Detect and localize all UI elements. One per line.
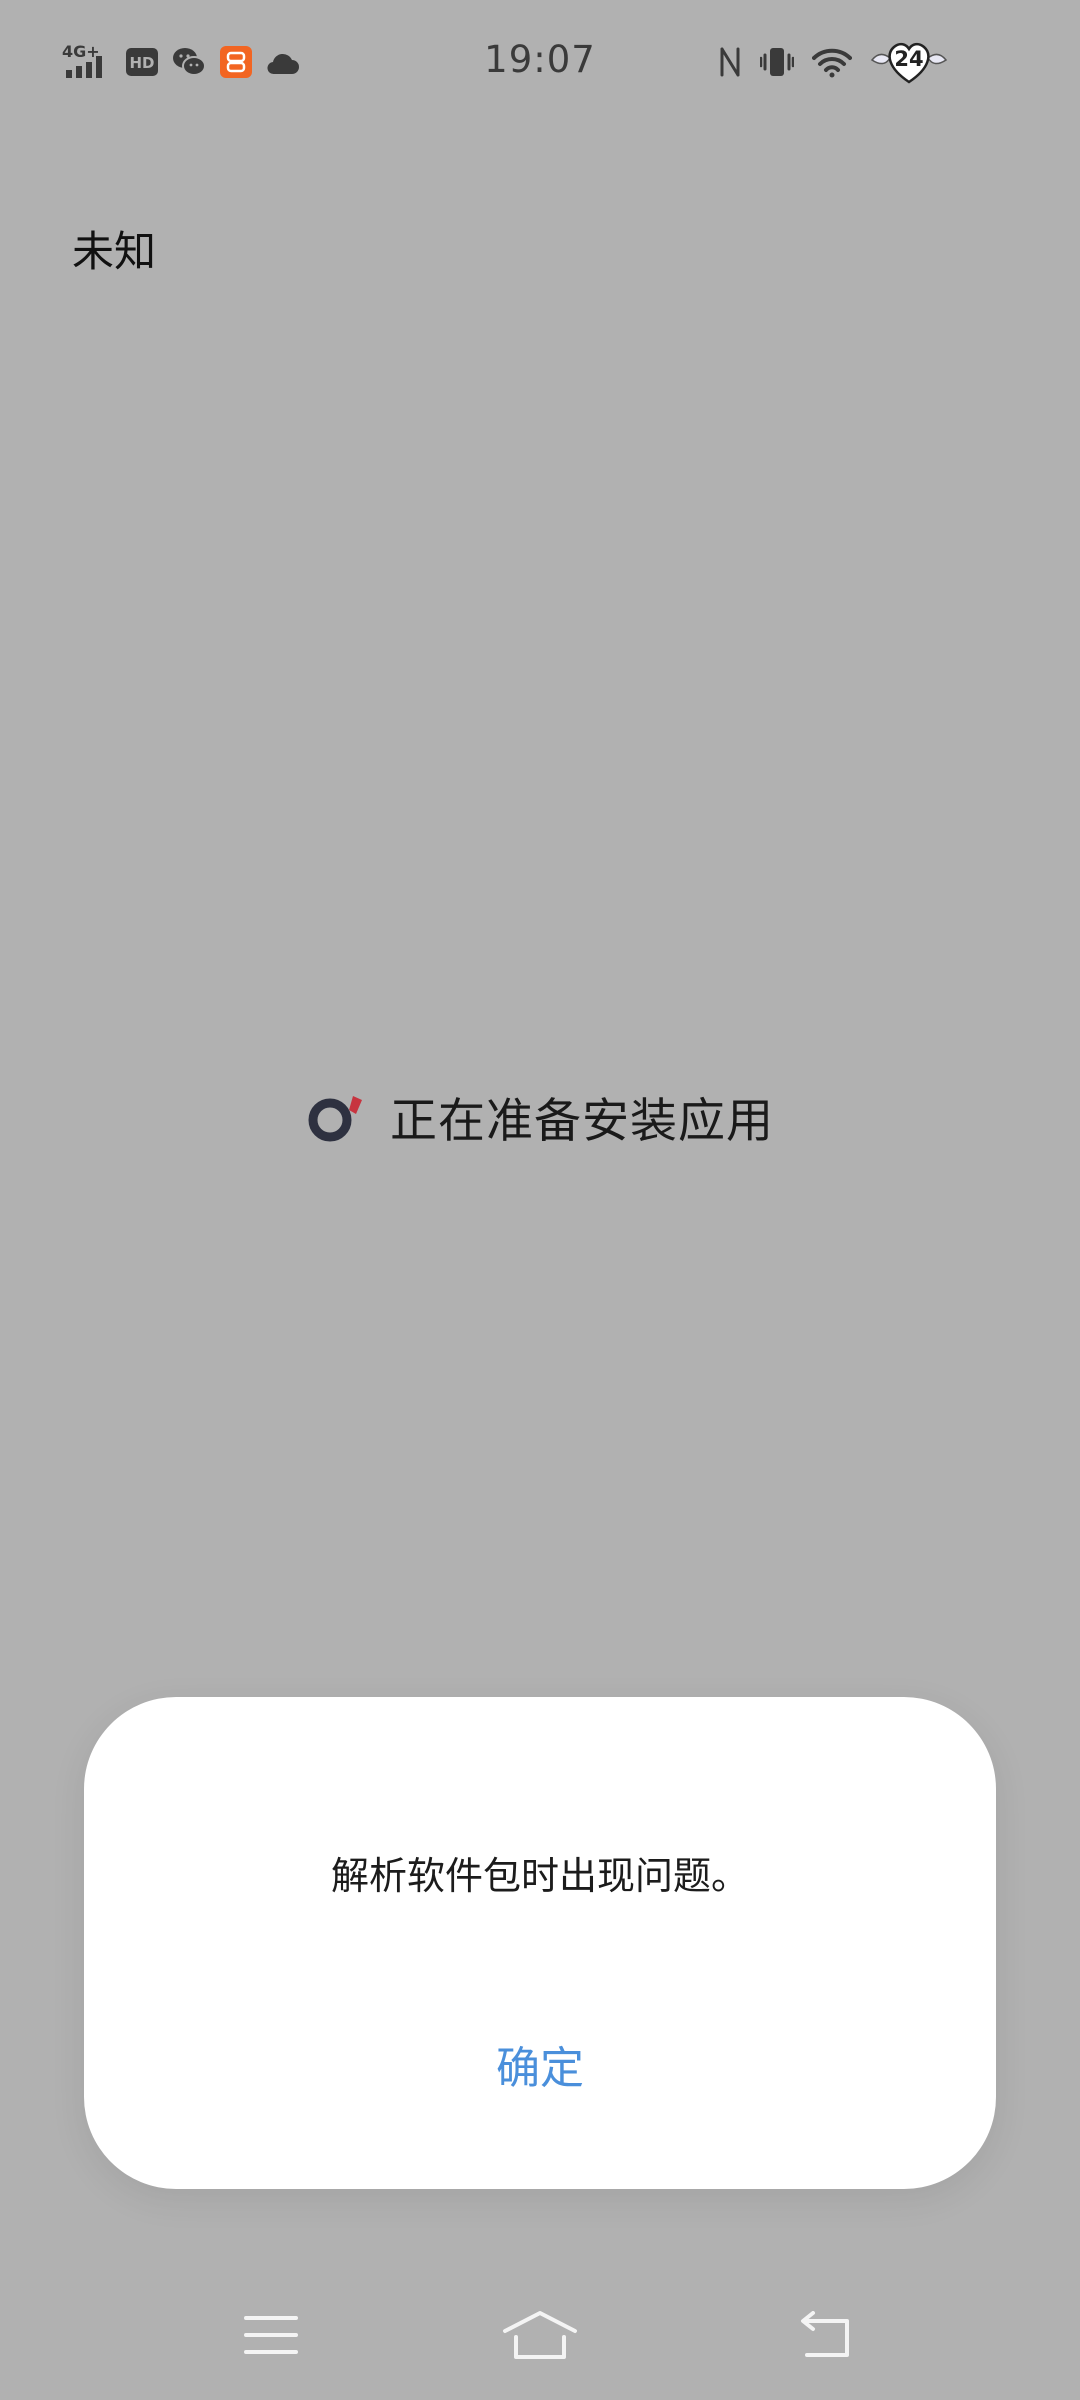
nav-menu-button[interactable] — [226, 2290, 316, 2380]
loading-spinner-icon — [308, 1096, 362, 1142]
home-icon — [503, 2311, 577, 2359]
dialog-message: 解析软件包时出现问题。 — [330, 1854, 749, 1898]
vibrate-icon — [760, 48, 794, 76]
nfc-icon — [720, 47, 740, 77]
nav-home-button[interactable] — [495, 2290, 585, 2380]
wifi-icon — [812, 48, 852, 78]
status-bar: 4G+ HD 19:07 24 — [0, 0, 1080, 120]
app-name: 未知 — [72, 227, 157, 276]
install-progress: 正在准备安装应用 — [0, 1083, 1080, 1149]
nav-back-button[interactable] — [778, 2290, 868, 2380]
badge-count: 24 — [894, 47, 924, 71]
navigation-bar — [0, 2290, 1080, 2380]
progress-text: 正在准备安装应用 — [390, 1093, 774, 1149]
error-dialog: 解析软件包时出现问题。 确定 — [84, 1697, 996, 2189]
menu-icon — [244, 2316, 298, 2354]
status-right-icons: 24 — [718, 38, 948, 86]
heart-badge-icon: 24 — [870, 38, 948, 86]
confirm-button[interactable]: 确定 — [440, 2027, 640, 2111]
back-icon — [801, 2311, 849, 2357]
